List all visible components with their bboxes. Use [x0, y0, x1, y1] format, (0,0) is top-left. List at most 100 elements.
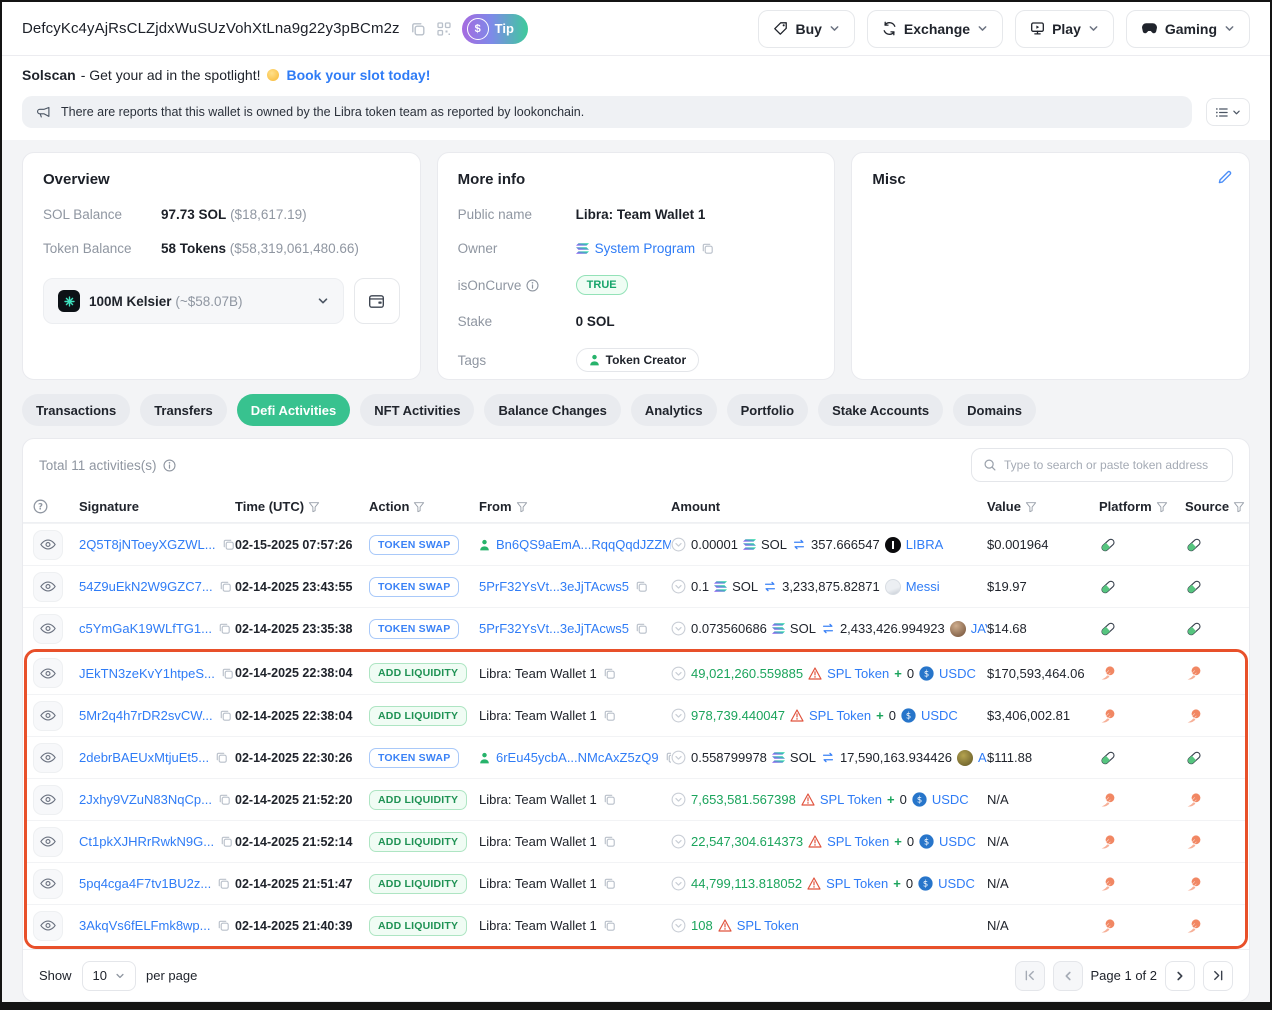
pumpfun-pill-icon[interactable]	[1185, 536, 1203, 554]
warning-icon[interactable]	[801, 793, 815, 806]
expand-icon[interactable]	[671, 666, 686, 681]
tab-nft-activities[interactable]: NFT Activities	[360, 394, 474, 426]
signature-link[interactable]: c5YmGaK19WLfTG1...	[79, 621, 212, 636]
portfolio-button[interactable]	[354, 278, 400, 324]
token-link[interactable]: Messi	[906, 579, 940, 594]
meteora-icon[interactable]	[1185, 875, 1203, 893]
copy-icon[interactable]	[603, 793, 616, 806]
tab-analytics[interactable]: Analytics	[631, 394, 717, 426]
info-icon[interactable]	[163, 459, 176, 472]
token-link[interactable]: USDC	[932, 792, 969, 807]
meteora-icon[interactable]	[1185, 917, 1203, 935]
pumpfun-pill-icon[interactable]	[1185, 578, 1203, 596]
preview-button[interactable]	[33, 572, 63, 602]
from-link[interactable]: Bn6QS9aEmA...RqqQqdJZZM	[496, 537, 671, 552]
last-page-button[interactable]	[1203, 961, 1233, 991]
token-link[interactable]: USDC	[938, 876, 975, 891]
token-link[interactable]: SPL Token	[827, 834, 889, 849]
preview-button[interactable]	[33, 701, 63, 731]
warning-icon[interactable]	[808, 667, 822, 680]
pumpfun-pill-icon[interactable]	[1099, 620, 1117, 638]
token-link[interactable]: SPL Token	[737, 918, 799, 933]
expand-icon[interactable]	[671, 708, 686, 723]
play-button[interactable]: Play	[1015, 10, 1114, 48]
copy-icon[interactable]	[217, 877, 230, 890]
pumpfun-pill-icon[interactable]	[1099, 749, 1117, 767]
copy-address-icon[interactable]	[410, 21, 426, 37]
preview-button[interactable]	[33, 827, 63, 857]
signature-link[interactable]: 5pq4cga4F7tv1BU2z...	[79, 876, 211, 891]
exchange-button[interactable]: Exchange	[867, 10, 1003, 48]
first-page-button[interactable]	[1015, 961, 1045, 991]
preview-button[interactable]	[33, 530, 63, 560]
warning-icon[interactable]	[718, 919, 732, 932]
preview-button[interactable]	[33, 658, 63, 688]
token-link[interactable]: SPL Token	[827, 666, 889, 681]
warning-icon[interactable]	[808, 835, 822, 848]
pumpfun-pill-icon[interactable]	[1099, 536, 1117, 554]
signature-link[interactable]: 2Q5T8jNToeyXGZWL...	[79, 537, 216, 552]
copy-icon[interactable]	[603, 709, 616, 722]
tip-button[interactable]: $ Tip	[462, 14, 528, 44]
meteora-icon[interactable]	[1099, 707, 1117, 725]
filter-icon[interactable]	[308, 501, 320, 513]
copy-icon[interactable]	[222, 538, 235, 551]
question-icon[interactable]	[33, 499, 48, 514]
signature-link[interactable]: 2debrBAEUxMtjuEt5...	[79, 750, 209, 765]
signature-link[interactable]: JEkTN3zeKvY1htpeS...	[79, 666, 215, 681]
signature-link[interactable]: 54Z9uEkN2W9GZC7...	[79, 579, 213, 594]
preview-button[interactable]	[33, 911, 63, 941]
preview-button[interactable]	[33, 785, 63, 815]
copy-icon[interactable]	[603, 835, 616, 848]
info-icon[interactable]	[526, 279, 539, 292]
copy-icon[interactable]	[218, 622, 231, 635]
copy-icon[interactable]	[220, 835, 233, 848]
owner-link[interactable]: System Program	[595, 241, 696, 256]
copy-icon[interactable]	[215, 751, 228, 764]
token-link[interactable]: USDC	[939, 666, 976, 681]
copy-icon[interactable]	[218, 793, 231, 806]
copy-icon[interactable]	[701, 242, 714, 255]
token-link[interactable]: ALion	[978, 750, 987, 765]
copy-icon[interactable]	[603, 877, 616, 890]
gaming-button[interactable]: Gaming	[1126, 10, 1250, 48]
meteora-icon[interactable]	[1099, 664, 1117, 682]
copy-icon[interactable]	[635, 580, 648, 593]
expand-icon[interactable]	[671, 834, 686, 849]
signature-link[interactable]: Ct1pkXJHRrRwkN9G...	[79, 834, 214, 849]
meteora-icon[interactable]	[1099, 917, 1117, 935]
from-link[interactable]: 5PrF32YsVt...3eJjTAcws5	[479, 621, 629, 636]
edit-misc-button[interactable]	[1216, 169, 1233, 186]
copy-icon[interactable]	[603, 667, 616, 680]
expand-icon[interactable]	[671, 792, 686, 807]
pumpfun-pill-icon[interactable]	[1185, 620, 1203, 638]
meteora-icon[interactable]	[1185, 833, 1203, 851]
tab-stake-accounts[interactable]: Stake Accounts	[818, 394, 943, 426]
token-link[interactable]: USDC	[939, 834, 976, 849]
ad-link[interactable]: Book your slot today!	[286, 67, 430, 83]
page-size-select[interactable]: 10	[82, 961, 136, 991]
meteora-icon[interactable]	[1185, 664, 1203, 682]
from-link[interactable]: 5PrF32YsVt...3eJjTAcws5	[479, 579, 629, 594]
copy-icon[interactable]	[221, 667, 234, 680]
token-link[interactable]: USDC	[921, 708, 958, 723]
filter-icon[interactable]	[1156, 501, 1168, 513]
next-page-button[interactable]	[1165, 961, 1195, 991]
copy-icon[interactable]	[219, 709, 232, 722]
warning-icon[interactable]	[790, 709, 804, 722]
tab-domains[interactable]: Domains	[953, 394, 1036, 426]
tab-transactions[interactable]: Transactions	[22, 394, 130, 426]
pumpfun-pill-icon[interactable]	[1099, 578, 1117, 596]
preview-button[interactable]	[33, 743, 63, 773]
filter-icon[interactable]	[516, 501, 528, 513]
token-link[interactable]: LIBRA	[906, 537, 944, 552]
meteora-icon[interactable]	[1099, 791, 1117, 809]
signature-link[interactable]: 3AkqVs6fELFmk8wp...	[79, 918, 211, 933]
tab-transfers[interactable]: Transfers	[140, 394, 227, 426]
signature-link[interactable]: 2Jxhy9VZuN83NqCp...	[79, 792, 212, 807]
token-dropdown[interactable]: 100M Kelsier (~$58.07B)	[43, 278, 344, 324]
warning-icon[interactable]	[807, 877, 821, 890]
tab-balance-changes[interactable]: Balance Changes	[484, 394, 620, 426]
preview-button[interactable]	[33, 869, 63, 899]
expand-icon[interactable]	[671, 621, 686, 636]
